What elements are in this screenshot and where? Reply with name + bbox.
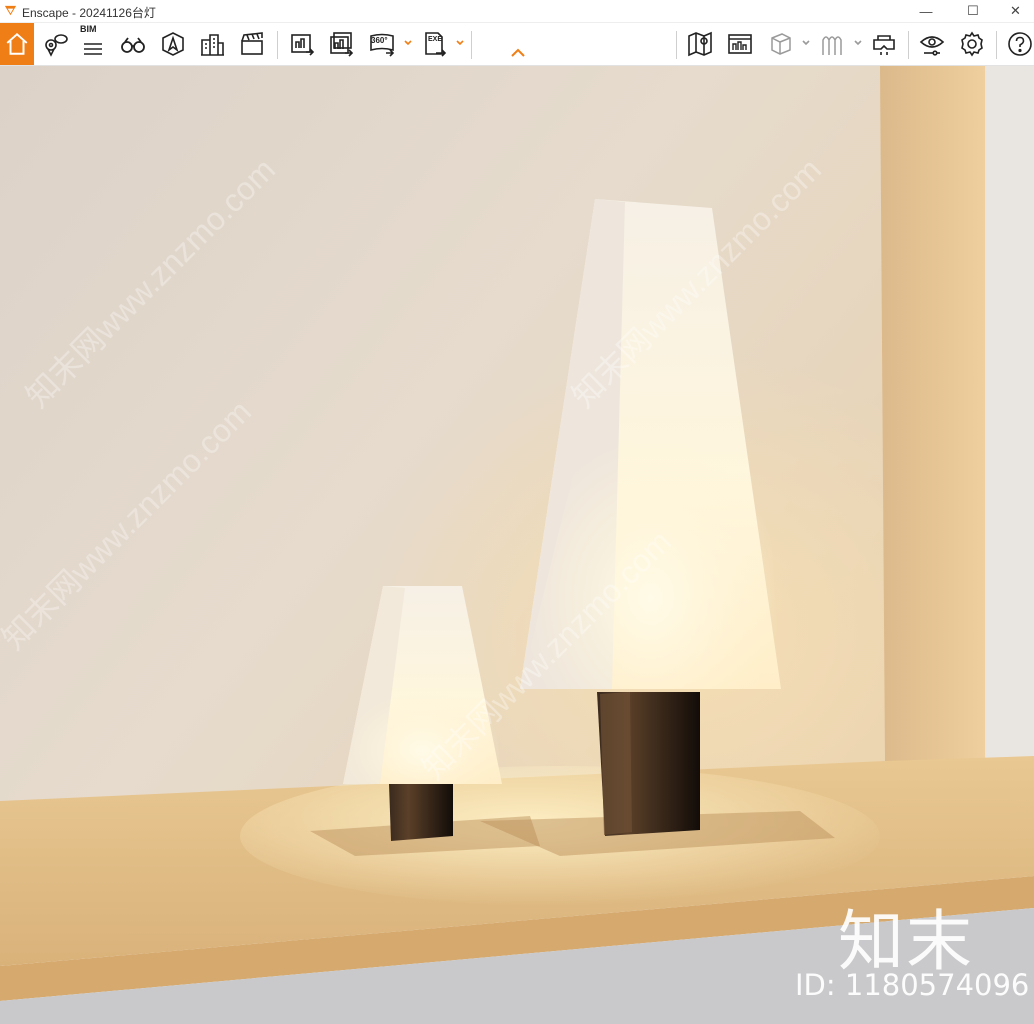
title-bar: Enscape - 20241126台灯 — ☐ ✕ [0,0,1034,23]
atmosphere-button[interactable] [813,25,851,63]
toolbar-separator [277,31,278,59]
visual-settings-button[interactable] [913,25,951,63]
binoculars-icon [121,37,145,53]
bim-button[interactable]: BIM [74,24,112,63]
atmosphere-dropdown-chevron[interactable] [852,36,864,48]
exe-label: EXE [428,36,443,43]
help-button[interactable] [1001,25,1034,63]
clapboard-icon [241,32,263,55]
cube-icon [771,33,791,55]
help-icon [1008,32,1032,56]
cube-view-button[interactable] [761,25,799,63]
maximize-button[interactable]: ☐ [950,0,996,22]
export-dropdown-chevron[interactable] [454,36,466,48]
panorama-label: 360° [371,36,388,45]
chevron-down-icon [456,40,464,46]
render-panorama-button[interactable]: 360° [363,25,401,63]
close-button[interactable]: ✕ [997,0,1034,22]
visual-settings-icon [919,36,945,56]
window-title: Enscape - 20241126台灯 [22,6,156,20]
toolbar-separator [996,31,997,59]
vr-headset-icon [873,35,895,55]
toolbar-separator [471,31,472,59]
collapse-toolbar-button[interactable] [506,45,530,61]
minimize-button[interactable]: — [903,0,949,22]
toolbar-separator [908,31,909,59]
fog-icon [822,36,842,55]
batch-render-icon [330,32,354,57]
render-viewport[interactable]: 知末网www.znzmo.com 知末网www.znzmo.com 知末网www… [0,66,1034,1024]
toolbar-separator [676,31,677,59]
batch-render-button[interactable] [322,25,360,63]
render-scene [0,66,1034,1024]
image-id-label: ID: 1180574096 [795,968,1030,1002]
enscape-logo-icon [4,5,17,16]
chevron-down-icon [854,40,862,46]
video-editor-button[interactable] [233,25,271,63]
cube-dropdown-chevron[interactable] [800,36,812,48]
home-button[interactable] [0,23,34,65]
map-button[interactable] [681,25,719,63]
render-screenshot-icon [291,34,315,56]
panorama-dropdown-chevron[interactable] [402,36,414,48]
views-button[interactable] [36,25,74,63]
general-settings-button[interactable] [953,25,991,63]
buildings-icon [201,34,224,56]
bim-label: BIM [80,24,97,34]
vr-headset-button[interactable] [865,25,903,63]
orientation-button[interactable] [154,25,192,63]
sync-buildings-button[interactable] [193,25,231,63]
chevron-up-icon [511,48,525,57]
compass-icon [162,32,184,56]
walk-mode-button[interactable] [114,25,152,63]
settings-gear-icon [961,31,983,57]
export-exe-icon [425,32,447,57]
chevron-down-icon [802,40,810,46]
location-pin-icon [45,34,68,57]
home-icon [6,32,28,55]
bim-list-icon [84,43,102,55]
enscape-toolbar: BIM 360° EXE [0,23,1034,66]
asset-library-button[interactable] [721,25,759,63]
export-exe-button[interactable]: EXE [415,25,453,63]
render-image-button[interactable] [283,25,321,63]
map-icon [688,31,712,57]
chevron-down-icon [404,40,412,46]
assets-library-icon [728,34,752,54]
